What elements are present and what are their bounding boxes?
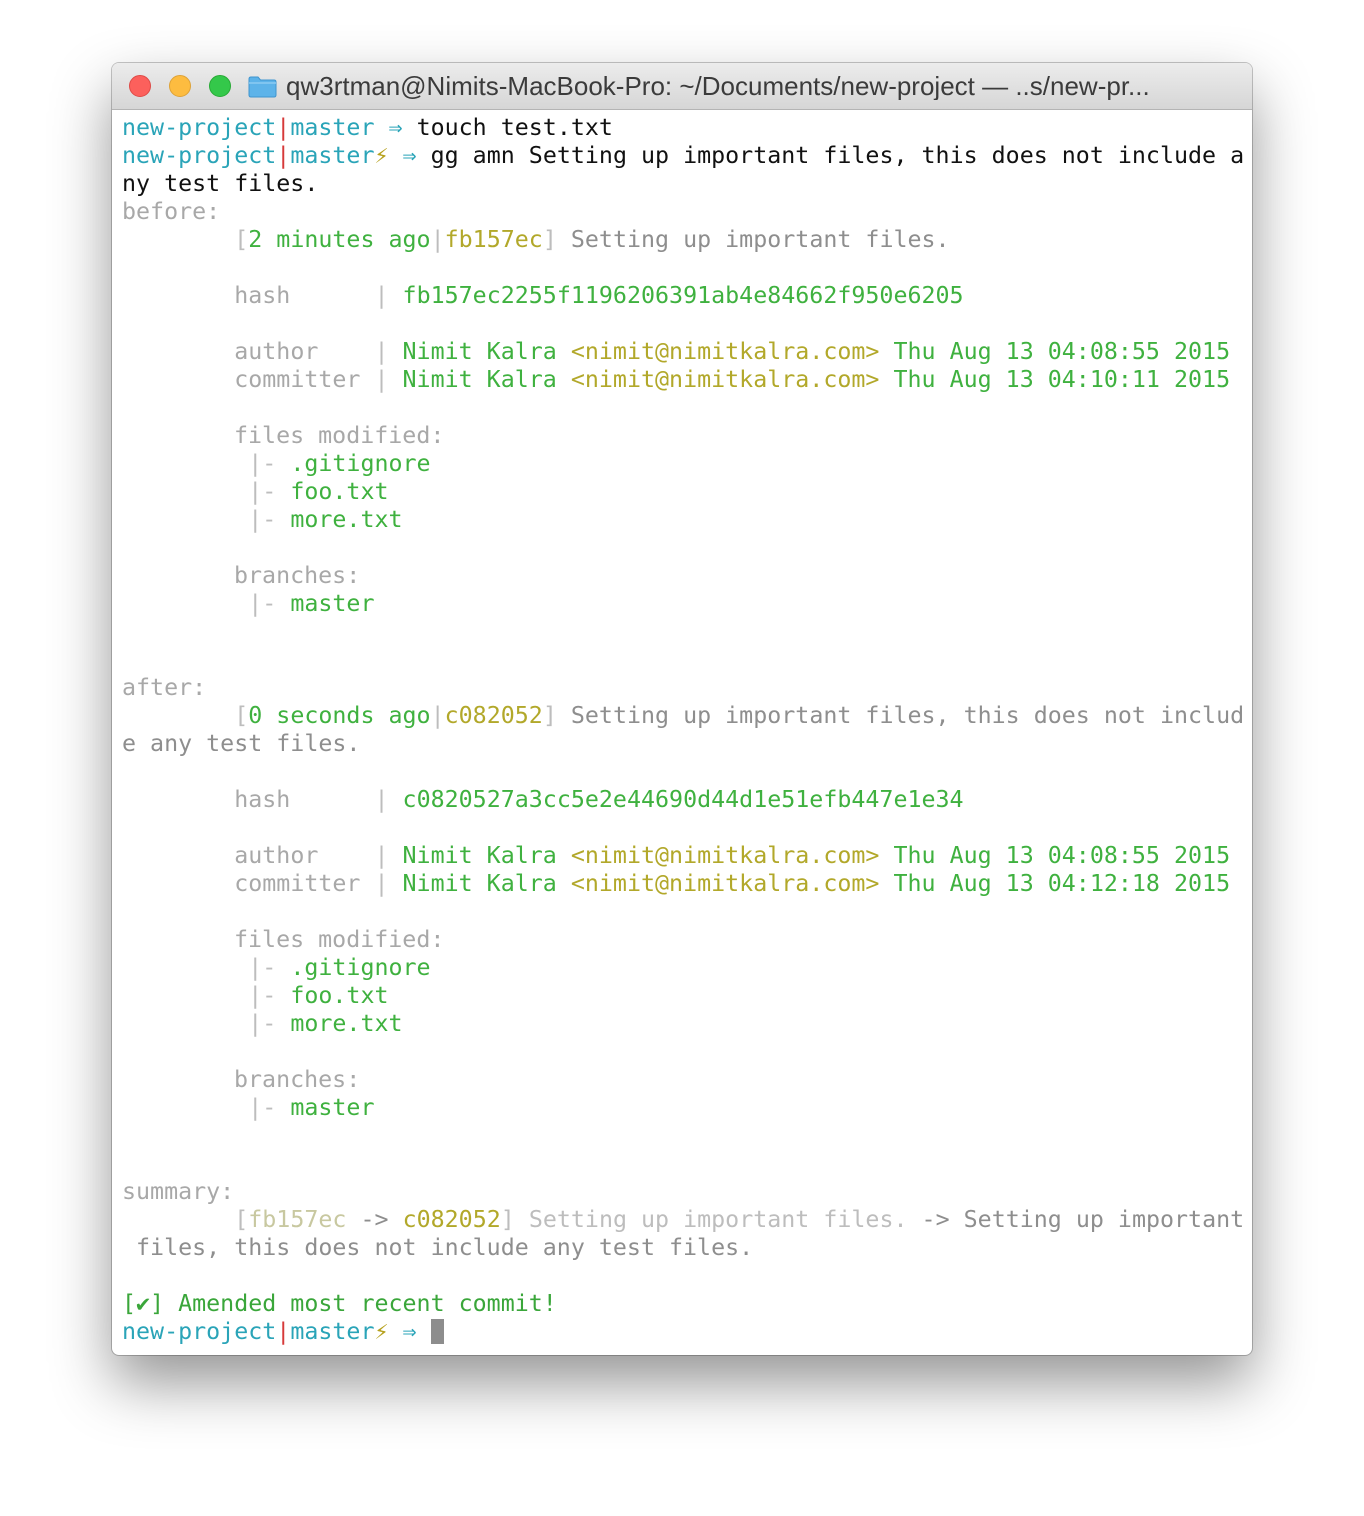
prompt-arrow: ⇒ [388,114,403,141]
file-item: |- foo.txt [248,478,389,505]
title-bar[interactable]: qw3rtman@Nimits-MacBook-Pro: ~/Documents… [112,63,1252,110]
prompt-branch: master [290,142,375,169]
after-files-label: files modified: [234,926,445,953]
before-author-email: <nimit@nimitkalra.com> [570,338,880,365]
before-committer-date: Thu Aug 13 04:10:11 2015 [893,366,1231,393]
hash-label: hash [234,282,291,309]
prompt-arrow: ⇒ [402,1318,417,1345]
committer-label: committer [234,870,361,897]
after-committer-date: Thu Aug 13 04:12:18 2015 [893,870,1231,897]
branch-item: |- master [248,1094,375,1121]
before-hash: fb157ec2255f1196206391ab4e84662f950e6205 [402,282,964,309]
prompt-separator: | [276,114,291,141]
summary-old-message: Setting up important files. [528,1206,908,1233]
file-item: |- more.txt [248,506,403,533]
after-short-hash: c082052 [444,702,543,729]
result-message: [✔] Amended most recent commit! [122,1290,557,1317]
command-text: touch test.txt [416,114,613,141]
section-summary-label: summary: [122,1178,235,1205]
before-short-hash: fb157ec [444,226,543,253]
prompt-line: new-project|master⚡ ⇒ gg amn Setting up … [122,142,1246,170]
after-hash: c0820527a3cc5e2e44690d44d1e51efb447e1e34 [402,786,964,813]
section-before-label: before: [122,198,221,225]
after-commit-header: [0 seconds ago|c082052] Setting up impor… [234,702,1245,729]
after-message-wrap: e any test files. [122,730,361,757]
after-branches-label: branches: [234,1066,361,1093]
before-author-name: Nimit Kalra [402,338,557,365]
after-ago: 0 seconds ago [248,702,431,729]
after-author-row: author | Nimit Kalra <nimit@nimitkalra.c… [234,842,1231,869]
prompt-separator: | [276,1318,291,1345]
terminal-window: qw3rtman@Nimits-MacBook-Pro: ~/Documents… [112,63,1252,1355]
before-ago: 2 minutes ago [248,226,431,253]
after-author-name: Nimit Kalra [402,842,557,869]
hash-label: hash [234,786,291,813]
folder-icon [248,76,277,98]
summary-new-hash: c082052 [402,1206,501,1233]
after-committer-email: <nimit@nimitkalra.com> [570,870,880,897]
before-author-row: author | Nimit Kalra <nimit@nimitkalra.c… [234,338,1231,365]
zoom-button[interactable] [209,75,231,97]
before-message: Setting up important files. [570,226,950,253]
before-committer-row: committer | Nimit Kalra <nimit@nimitkalr… [234,366,1231,393]
prompt-line[interactable]: new-project|master⚡ ⇒ [122,1318,1246,1346]
prompt-branch: master [290,1318,375,1345]
before-author-date: Thu Aug 13 04:08:55 2015 [893,338,1231,365]
section-after-label: after: [122,674,207,701]
before-committer-email: <nimit@nimitkalra.com> [570,366,880,393]
prompt-dirty-icon: ⚡ [374,142,389,169]
before-committer-name: Nimit Kalra [402,366,557,393]
prompt-dirty-icon: ⚡ [374,1318,389,1345]
minimize-button[interactable] [169,75,191,97]
after-message: Setting up important files, this does no… [570,702,1245,729]
after-author-email: <nimit@nimitkalra.com> [570,842,880,869]
before-commit-header: [2 minutes ago|fb157ec] Setting up impor… [234,226,950,253]
summary-line: [fb157ec -> c082052] Setting up importan… [234,1206,1245,1233]
prompt-branch: master [290,114,375,141]
summary-new-message: Setting up important [963,1206,1245,1233]
text-cursor[interactable] [430,1319,444,1344]
before-files-label: files modified: [234,422,445,449]
author-label: author [234,842,319,869]
after-committer-name: Nimit Kalra [402,870,557,897]
window-title: qw3rtman@Nimits-MacBook-Pro: ~/Documents… [286,72,1150,100]
command-text-wrap: ny test files. [122,170,319,197]
before-branches-label: branches: [234,562,361,589]
file-item: |- .gitignore [248,450,431,477]
prompt-dir: new-project [122,1318,277,1345]
file-item: |- more.txt [248,1010,403,1037]
after-hash-row: hash | c0820527a3cc5e2e44690d44d1e51efb4… [234,786,964,813]
close-button[interactable] [129,75,151,97]
summary-old-hash: fb157ec [248,1206,347,1233]
summary-new-message-wrap: files, this does not include any test fi… [122,1234,754,1261]
branch-item: |- master [248,590,375,617]
file-item: |- foo.txt [248,982,389,1009]
prompt-dir: new-project [122,114,277,141]
terminal-output[interactable]: new-project|master ⇒ touch test.txt new-… [122,114,1246,1346]
after-author-date: Thu Aug 13 04:08:55 2015 [893,842,1231,869]
before-hash-row: hash | fb157ec2255f1196206391ab4e84662f9… [234,282,964,309]
committer-label: committer [234,366,361,393]
command-text: gg amn Setting up important files, this … [430,142,1245,169]
prompt-dir: new-project [122,142,277,169]
author-label: author [234,338,319,365]
prompt-arrow: ⇒ [402,142,417,169]
prompt-separator: | [276,142,291,169]
command-wrap: ny test files. [122,170,1246,198]
file-item: |- .gitignore [248,954,431,981]
after-committer-row: committer | Nimit Kalra <nimit@nimitkalr… [234,870,1231,897]
prompt-line: new-project|master ⇒ touch test.txt [122,114,1246,142]
